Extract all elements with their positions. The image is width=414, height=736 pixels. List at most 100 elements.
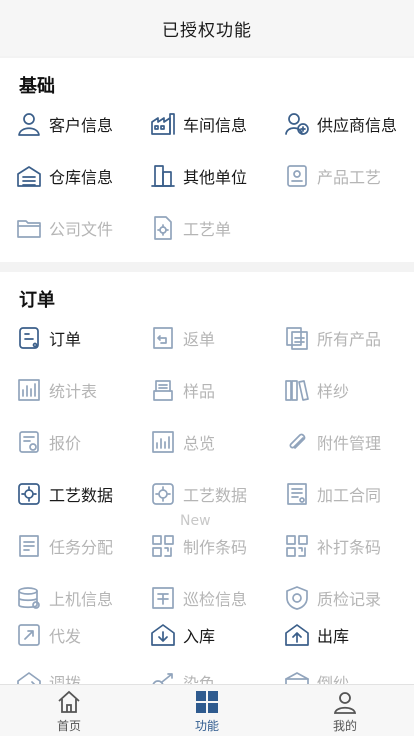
- menu-item-label: 订单: [49, 330, 82, 349]
- menu-item-order-23[interactable]: 倒纱: [284, 670, 349, 684]
- attachment-icon: [284, 429, 310, 455]
- product-process-icon: [284, 163, 310, 189]
- menu-item-label: 返单: [183, 330, 216, 349]
- menu-item-basic-1[interactable]: 车间信息: [150, 107, 247, 141]
- menu-item-order-22[interactable]: 染色: [150, 670, 215, 684]
- new-badge: New: [180, 513, 211, 529]
- factory-icon: [150, 111, 176, 137]
- return-order-icon: [150, 325, 176, 351]
- qrcode-icon: [284, 533, 310, 559]
- grid-icon: [194, 689, 220, 715]
- tab-home[interactable]: 首页: [29, 689, 109, 735]
- section-title-order: 订单: [19, 290, 55, 311]
- menu-item-label: 染色: [183, 674, 216, 684]
- menu-item-label: 上机信息: [49, 590, 114, 609]
- menu-item-label: 制作条码: [183, 538, 248, 557]
- menu-item-order-10[interactable]: 工艺数据: [150, 477, 247, 511]
- menu-item-order-15[interactable]: 上机信息: [16, 581, 113, 615]
- section-title-basic: 基础: [19, 76, 55, 97]
- menu-item-order-18[interactable]: 代发: [16, 618, 81, 652]
- all-products-icon: [284, 325, 310, 351]
- menu-item-order-1[interactable]: 返单: [150, 321, 215, 355]
- order-icon: [16, 325, 42, 351]
- folder-icon: [16, 215, 42, 241]
- menu-item-order-11[interactable]: 加工合同: [284, 477, 381, 511]
- menu-item-label: 报价: [49, 434, 82, 453]
- process-data-icon: [150, 481, 176, 507]
- menu-item-order-8[interactable]: 附件管理: [284, 425, 381, 459]
- menu-item-label: 所有产品: [317, 330, 382, 349]
- menu-item-order-7[interactable]: 总览: [150, 425, 215, 459]
- quality-icon: [284, 585, 310, 611]
- menu-item-label: 客户信息: [49, 116, 114, 135]
- menu-item-label: 供应商信息: [317, 116, 398, 135]
- dye-icon: [150, 670, 176, 684]
- process-sheet-icon: [150, 215, 176, 241]
- home-icon: [56, 689, 82, 715]
- menu-item-label: 入库: [183, 627, 216, 646]
- menu-item-order-2[interactable]: 所有产品: [284, 321, 381, 355]
- menu-item-basic-5[interactable]: 产品工艺: [284, 159, 381, 193]
- tab-bar: 首页 功能 我的: [0, 684, 414, 736]
- menu-item-order-4[interactable]: 样品: [150, 373, 215, 407]
- stock-out-icon: [284, 622, 310, 648]
- menu-item-order-0[interactable]: 订单: [16, 321, 81, 355]
- tab-label: 功能: [194, 719, 219, 733]
- menu-item-order-20[interactable]: 出库: [284, 618, 349, 652]
- menu-item-label: 工艺单: [183, 220, 232, 239]
- menu-item-order-17[interactable]: 质检记录: [284, 581, 381, 615]
- building-icon: [150, 163, 176, 189]
- tab-mine[interactable]: 我的: [305, 689, 385, 735]
- menu-item-order-6[interactable]: 报价: [16, 425, 81, 459]
- tab-functions[interactable]: 功能: [167, 689, 247, 735]
- menu-item-basic-2[interactable]: 供应商信息: [284, 107, 397, 141]
- menu-item-label: 总览: [183, 434, 216, 453]
- contract-icon: [284, 481, 310, 507]
- menu-item-basic-4[interactable]: 其他单位: [150, 159, 247, 193]
- menu-item-order-16[interactable]: 巡检信息: [150, 581, 247, 615]
- process-data-icon: [16, 481, 42, 507]
- rewind-icon: [284, 670, 310, 684]
- menu-item-basic-6[interactable]: 公司文件: [16, 211, 113, 245]
- menu-item-label: 补打条码: [317, 538, 382, 557]
- menu-item-label: 巡检信息: [183, 590, 248, 609]
- menu-item-order-12[interactable]: 任务分配: [16, 529, 113, 563]
- menu-item-label: 出库: [317, 627, 350, 646]
- menu-item-label: 公司文件: [49, 220, 114, 239]
- transfer-icon: [16, 670, 42, 684]
- menu-item-label: 质检记录: [317, 590, 382, 609]
- menu-item-order-9[interactable]: 工艺数据: [16, 477, 113, 511]
- menu-item-order-5[interactable]: 样纱: [284, 373, 349, 407]
- menu-item-label: 其他单位: [183, 168, 248, 187]
- sample-icon: [150, 377, 176, 403]
- qrcode-icon: [150, 533, 176, 559]
- menu-item-label: 样纱: [317, 382, 350, 401]
- menu-item-order-14[interactable]: 补打条码: [284, 529, 381, 563]
- menu-item-label: 仓库信息: [49, 168, 114, 187]
- menu-item-label: 工艺数据: [49, 486, 114, 505]
- inspection-icon: [150, 585, 176, 611]
- menu-item-order-21[interactable]: 调拨: [16, 670, 81, 684]
- menu-item-basic-0[interactable]: 客户信息: [16, 107, 113, 141]
- task-icon: [16, 533, 42, 559]
- warehouse-icon: [16, 163, 42, 189]
- supplier-icon: [284, 111, 310, 137]
- user-icon: [332, 689, 358, 715]
- customer-icon: [16, 111, 42, 137]
- overview-icon: [150, 429, 176, 455]
- statistics-icon: [16, 377, 42, 403]
- menu-item-order-19[interactable]: 入库: [150, 618, 215, 652]
- menu-item-order-3[interactable]: 统计表: [16, 373, 97, 407]
- dispatch-icon: [16, 622, 42, 648]
- top-bar: 已授权功能: [0, 0, 414, 56]
- menu-item-label: 产品工艺: [317, 168, 382, 187]
- menu-item-label: 样品: [183, 382, 216, 401]
- menu-item-order-13[interactable]: 制作条码: [150, 529, 247, 563]
- quote-icon: [16, 429, 42, 455]
- menu-item-basic-7[interactable]: 工艺单: [150, 211, 231, 245]
- menu-item-label: 工艺数据: [183, 486, 248, 505]
- menu-item-label: 代发: [49, 627, 82, 646]
- menu-item-label: 加工合同: [317, 486, 382, 505]
- menu-item-label: 附件管理: [317, 434, 382, 453]
- menu-item-basic-3[interactable]: 仓库信息: [16, 159, 113, 193]
